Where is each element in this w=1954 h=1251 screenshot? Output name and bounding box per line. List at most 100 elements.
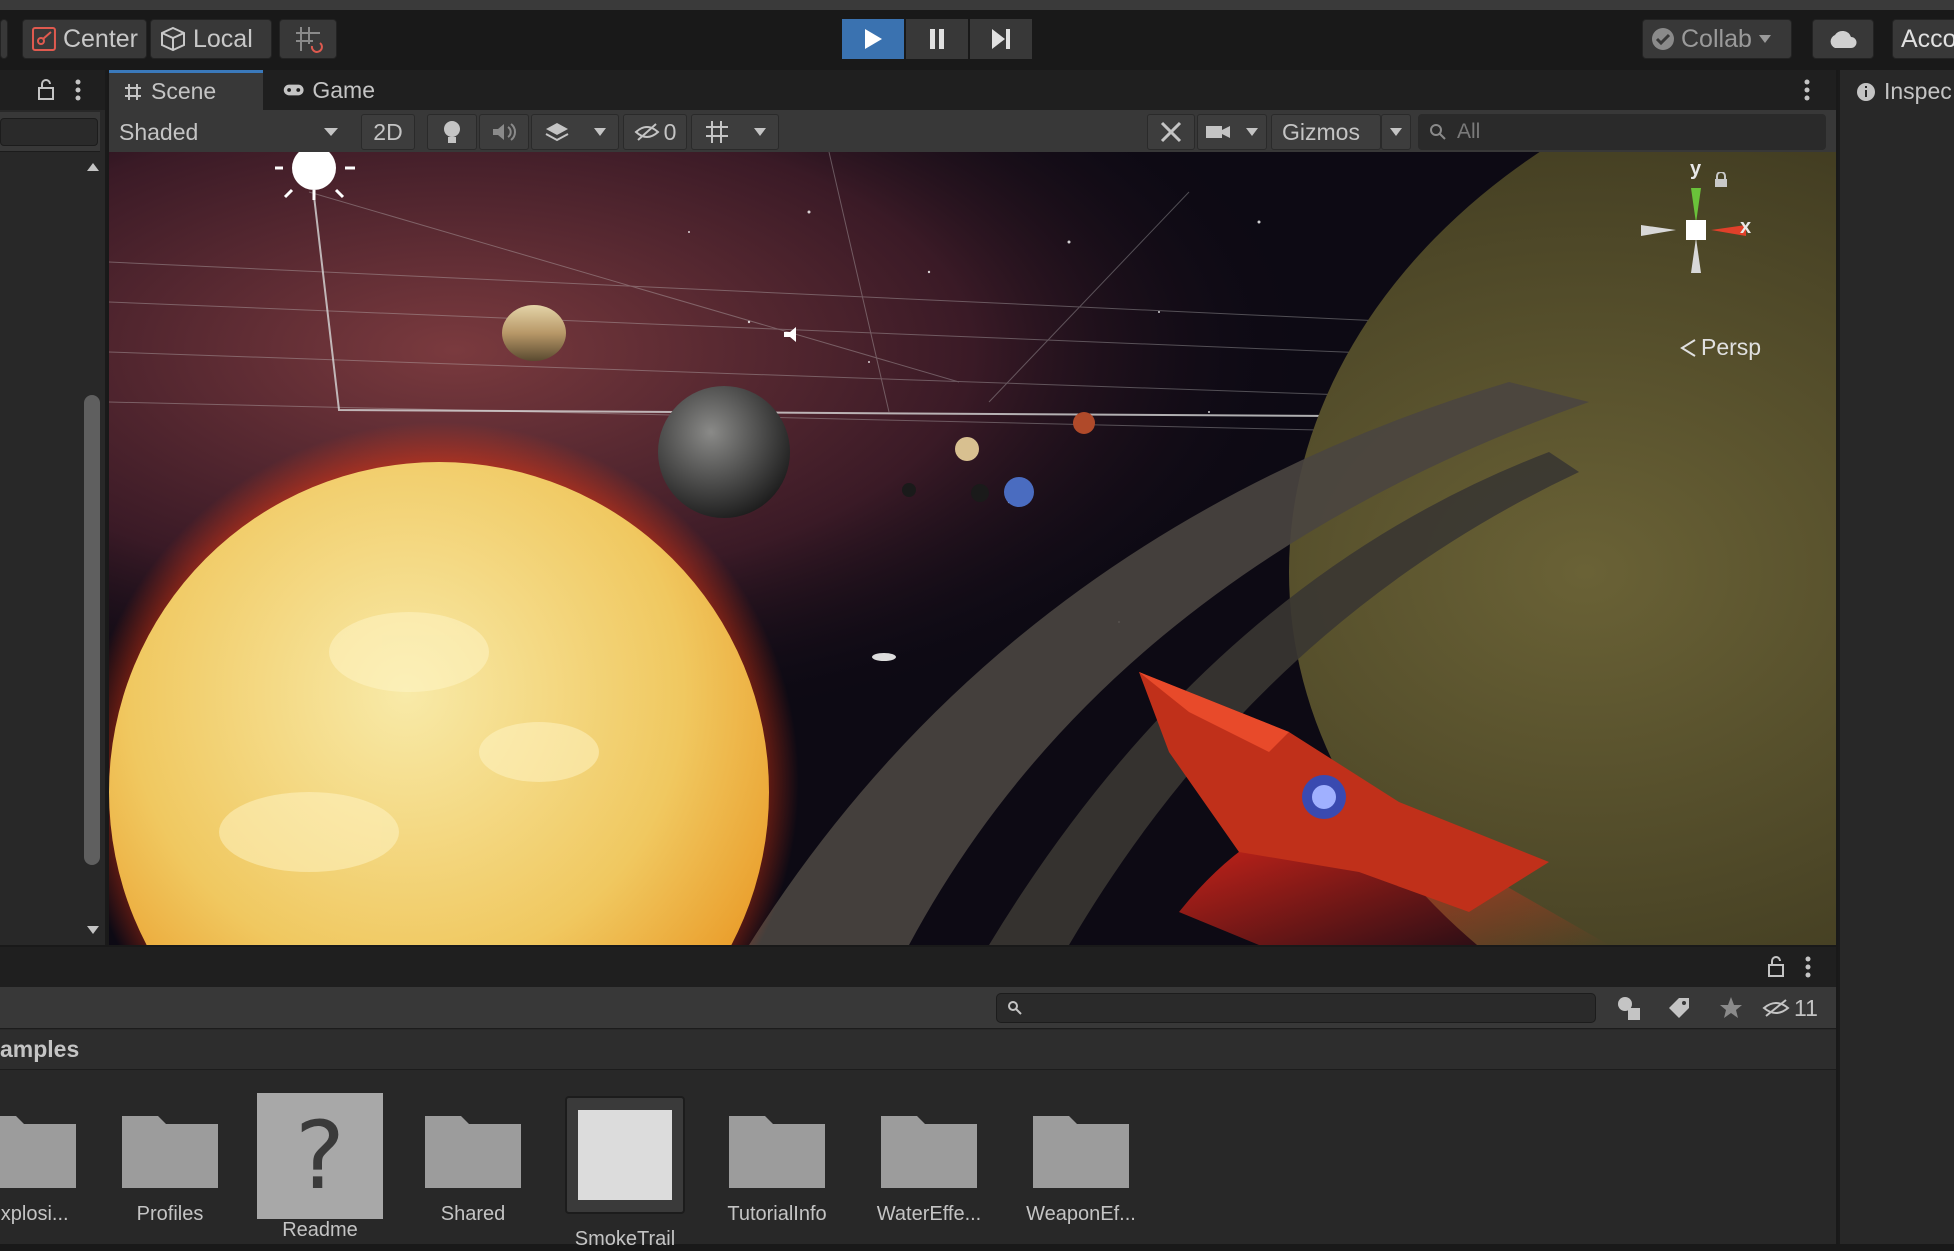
tab-game-label: Game — [312, 76, 375, 103]
account-button[interactable]: Acco — [1892, 19, 1954, 59]
kebab-menu-icon[interactable] — [1803, 78, 1811, 102]
project-item[interactable]: Profiles — [115, 1108, 225, 1226]
check-circle-icon — [1652, 28, 1674, 50]
project-header — [0, 947, 1836, 987]
project-item[interactable]: TutorialInfo — [722, 1108, 832, 1226]
camera-dropdown[interactable] — [1197, 114, 1267, 150]
project-item-label: SmokeTrail — [574, 1228, 676, 1250]
projection-label: Persp — [1701, 334, 1762, 360]
pivot-center-button[interactable]: Center — [22, 19, 147, 59]
hierarchy-header — [0, 70, 105, 110]
shapes-icon — [1618, 997, 1640, 1020]
star-icon — [1720, 997, 1742, 1018]
pivot-center-icon — [31, 27, 56, 51]
filter-type-button[interactable] — [1604, 989, 1654, 1027]
kebab-menu-icon[interactable] — [1804, 955, 1812, 979]
chevron-down-icon — [1246, 128, 1258, 136]
audio-toggle[interactable] — [479, 114, 529, 150]
pause-button[interactable] — [906, 19, 968, 59]
cloud-icon — [1830, 30, 1857, 48]
folder-icon — [1033, 1116, 1129, 1188]
account-label: Acco — [1901, 24, 1954, 53]
favorites-button[interactable] — [1706, 989, 1756, 1027]
main-toolbar: Center Local Collab Acco — [0, 0, 1954, 70]
grid-snap-button[interactable] — [279, 19, 337, 59]
lock-icon[interactable] — [1766, 955, 1786, 977]
folder-icon — [122, 1116, 218, 1188]
play-button[interactable] — [842, 19, 904, 59]
project-item[interactable]: ? Readme — [257, 1093, 383, 1242]
project-item[interactable]: SmokeTrail — [565, 1096, 685, 1251]
draw-mode-dropdown[interactable]: Shaded — [109, 114, 349, 150]
pivot-local-button[interactable]: Local — [150, 19, 272, 59]
info-icon — [1857, 82, 1875, 101]
hidden-packages-count: 11 — [1794, 994, 1818, 1021]
eye-slash-icon — [1762, 999, 1790, 1017]
gizmos-button[interactable]: Gizmos — [1271, 114, 1381, 150]
space-scene-render — [109, 152, 1836, 945]
play-controls — [842, 19, 1032, 59]
effects-dropdown[interactable] — [531, 114, 619, 150]
project-item-label: Explosi... — [0, 1203, 69, 1225]
folder-icon — [729, 1116, 825, 1188]
chevron-down-icon — [753, 128, 766, 136]
play-icon — [865, 29, 882, 49]
scene-search-input[interactable]: All — [1418, 114, 1826, 150]
chevron-down-icon — [593, 128, 606, 136]
draw-mode-label: Shaded — [119, 118, 199, 145]
eye-slash-icon — [634, 123, 660, 141]
grid-icon — [705, 121, 728, 143]
toggle-2d-button[interactable]: 2D — [361, 114, 415, 150]
step-button[interactable] — [970, 19, 1032, 59]
folder-icon — [881, 1116, 977, 1188]
collab-button[interactable]: Collab — [1642, 19, 1792, 59]
pause-icon — [930, 29, 944, 49]
orientation-gizmo[interactable]: y x — [1636, 158, 1756, 298]
axis-x-label: x — [1740, 216, 1752, 238]
lighting-toggle[interactable] — [427, 114, 477, 150]
scroll-down-icon[interactable] — [86, 925, 100, 935]
tab-game[interactable]: Game — [269, 70, 389, 110]
breadcrumb[interactable]: amples — [0, 1030, 1836, 1070]
project-item[interactable]: WaterEffe... — [874, 1108, 984, 1226]
project-item-label: Readme — [282, 1219, 358, 1241]
project-item-label: WeaponEf... — [1026, 1203, 1136, 1225]
project-search-input[interactable] — [996, 993, 1596, 1023]
gizmos-dropdown[interactable] — [1381, 114, 1411, 150]
cube-icon — [161, 26, 185, 52]
grid-dropdown[interactable] — [691, 114, 779, 150]
project-item-label: WaterEffe... — [876, 1203, 982, 1225]
hierarchy-toolbar — [0, 112, 100, 152]
pivot-local-label: Local — [193, 24, 253, 53]
project-item[interactable]: Shared — [418, 1108, 528, 1226]
filter-label-button[interactable] — [1654, 989, 1704, 1027]
gamepad-icon — [283, 84, 304, 96]
project-item[interactable]: WeaponEf... — [1026, 1108, 1136, 1226]
project-item[interactable]: Explosi... — [0, 1108, 83, 1226]
hidden-packages-toggle[interactable]: 11 — [1762, 989, 1832, 1027]
hidden-objects-toggle[interactable]: 0 — [623, 114, 687, 150]
collab-label: Collab — [1681, 24, 1752, 53]
hash-icon — [125, 83, 141, 100]
unknown-asset-icon: ? — [257, 1093, 383, 1219]
lock-icon[interactable] — [36, 78, 56, 100]
scrollbar-thumb[interactable] — [84, 395, 100, 865]
tab-inspector[interactable]: Inspec — [1856, 78, 1952, 105]
scene-toolbar: Shaded 2D 0 Gizmos All — [109, 110, 1836, 154]
projection-toggle[interactable]: Persp — [1679, 334, 1761, 361]
hierarchy-search-input[interactable] — [0, 118, 98, 146]
tools-button[interactable] — [1147, 114, 1195, 150]
project-item-label: Profiles — [136, 1203, 204, 1225]
kebab-menu-icon[interactable] — [74, 78, 82, 102]
scroll-up-icon[interactable] — [86, 162, 100, 172]
cloud-button[interactable] — [1812, 19, 1874, 59]
grid-snap-icon — [296, 27, 323, 53]
project-toolbar: 11 — [0, 987, 1836, 1029]
material-icon — [565, 1096, 685, 1214]
folder-icon — [425, 1116, 521, 1188]
chevron-down-icon — [1758, 35, 1771, 43]
tab-scene[interactable]: Scene — [109, 70, 263, 110]
tools-icon — [1160, 121, 1182, 143]
toolbar-edge — [0, 19, 8, 59]
scene-viewport[interactable]: y x Persp — [109, 152, 1836, 945]
